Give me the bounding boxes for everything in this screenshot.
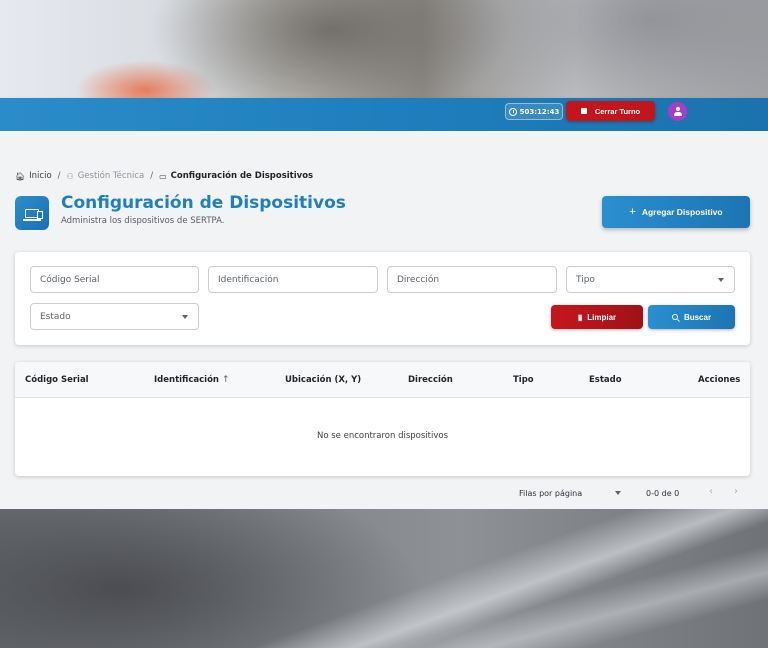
breadcrumb: 🏠︎ Inicio / ⚇ Gestión Técnica / ▭ Config… <box>15 170 313 182</box>
monitor-icon <box>23 208 43 221</box>
tipo-select-label: Tipo <box>576 274 595 285</box>
pagination-range: 0-0 de 0 <box>646 488 680 498</box>
home-icon: 🏠︎ <box>15 171 26 181</box>
identificacion-placeholder: Identificación <box>218 274 279 285</box>
serial-input[interactable]: Código Serial <box>30 266 199 293</box>
broom-icon: ▮ <box>577 312 583 322</box>
column-header-acciones: Acciones <box>698 375 741 385</box>
search-button[interactable]: Buscar <box>648 305 735 329</box>
person-icon <box>673 107 682 116</box>
serial-placeholder: Código Serial <box>40 274 100 285</box>
search-label: Buscar <box>683 312 712 322</box>
background-photo-top <box>0 0 768 98</box>
devices-icon: ▭ <box>159 171 167 181</box>
technician-icon: ⚇ <box>66 171 74 181</box>
column-header-ubicacion[interactable]: Ubicación (X, Y) <box>285 375 361 385</box>
search-icon <box>671 314 678 320</box>
devices-header-icon <box>15 196 49 230</box>
direccion-placeholder: Dirección <box>397 274 440 285</box>
empty-table-message: No se encontraron dispositivos <box>316 431 449 441</box>
column-header-serial[interactable]: Código Serial <box>25 375 89 385</box>
chevron-down-icon <box>718 278 724 282</box>
identificacion-input[interactable]: Identificación <box>208 266 378 293</box>
plus-icon: + <box>629 206 636 218</box>
breadcrumb-home[interactable]: Inicio <box>29 171 52 181</box>
end-shift-label: Cerrar Turno <box>594 106 641 116</box>
user-avatar[interactable] <box>668 102 687 121</box>
background-photo-bottom <box>0 509 768 648</box>
clock-icon <box>508 107 517 116</box>
page-subtitle: Administra los dispositivos de SERTPA. <box>61 216 225 226</box>
page-title: Configuración de Dispositivos <box>61 193 346 213</box>
estado-select-label: Estado <box>40 311 71 322</box>
shift-timer-value: 503:12:43 <box>519 107 560 116</box>
previous-page-button[interactable]: ‹ <box>709 486 713 497</box>
end-shift-button[interactable]: Cerrar Turno <box>566 101 655 121</box>
direccion-input[interactable]: Dirección <box>387 266 557 293</box>
next-page-button[interactable]: › <box>734 486 738 497</box>
tipo-select[interactable]: Tipo <box>566 266 735 293</box>
stop-icon <box>580 108 587 114</box>
estado-select[interactable]: Estado <box>30 303 199 330</box>
rows-per-page-label: Filas por página <box>519 488 583 498</box>
breadcrumb-separator: / <box>57 171 61 181</box>
rows-per-page-select[interactable] <box>615 491 621 495</box>
clear-filters-button[interactable]: ▮ Limpiar <box>551 305 643 329</box>
chevron-down-icon <box>182 315 188 319</box>
column-header-direccion[interactable]: Dirección <box>408 375 453 385</box>
column-header-estado[interactable]: Estado <box>589 375 622 385</box>
shift-timer: 503:12:43 <box>505 103 563 120</box>
column-header-identificacion[interactable]: Identificación ↑ <box>154 375 230 385</box>
table-header <box>15 362 750 398</box>
breadcrumb-current: Configuración de Dispositivos <box>170 171 314 181</box>
breadcrumb-separator: / <box>150 171 154 181</box>
add-device-button[interactable]: + Agregar Dispositivo <box>602 196 750 228</box>
sort-ascending-icon: ↑ <box>221 375 230 385</box>
column-header-tipo[interactable]: Tipo <box>513 375 534 385</box>
clear-filters-label: Limpiar <box>587 312 617 322</box>
breadcrumb-section[interactable]: Gestión Técnica <box>78 171 145 181</box>
add-device-label: Agregar Dispositivo <box>641 207 723 217</box>
